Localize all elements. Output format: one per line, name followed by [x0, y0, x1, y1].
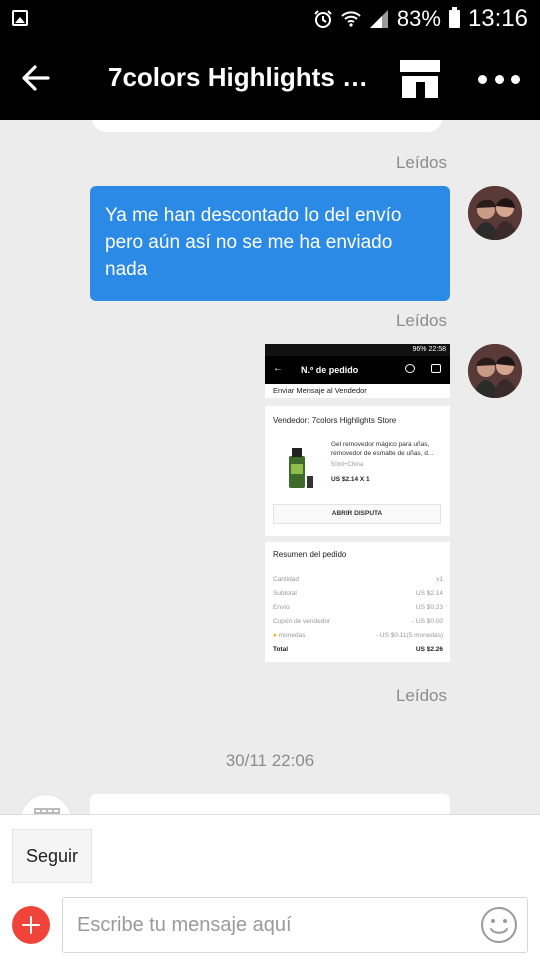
signal-icon — [369, 10, 388, 28]
more-options-icon[interactable] — [478, 64, 520, 94]
attachment-back-icon: ← — [273, 363, 283, 374]
read-receipt: Leídos — [395, 686, 447, 705]
store-icon[interactable] — [398, 58, 442, 100]
store-avatar[interactable] — [20, 794, 72, 814]
follow-button[interactable]: Seguir — [12, 829, 92, 883]
chat-title: 7colors Highlights Store — [108, 62, 378, 92]
battery-percent: 83% — [396, 6, 441, 31]
status-bar: 83% 13:16 — [0, 0, 540, 38]
user-avatar[interactable] — [468, 186, 522, 240]
attachment-product-variant: 50ml+China — [331, 462, 364, 468]
attachment-product-name: Gel removedor mágico para uñas, removedo… — [331, 441, 434, 457]
message-input[interactable]: Escribe tu mensaje aquí — [62, 897, 528, 953]
image-attachment[interactable]: 96% 22:58 ← N.º de pedido Enviar Mensaje… — [265, 344, 450, 662]
summary-row: Cupón de vendedor - US $0.00 — [273, 618, 443, 625]
chat-area[interactable]: Leídos Ya me han descontado lo del envío… — [0, 120, 540, 814]
clock: 13:16 — [467, 5, 528, 32]
attachment-cart-icon — [431, 364, 441, 373]
attachment-summary-card: Resumen del pedido Cantidad x1 Subtotal US… — [265, 542, 450, 662]
previous-message-bubble — [92, 120, 442, 132]
sent-message-bubble[interactable]: Ya me han descontado lo del envío pero a… — [90, 186, 450, 301]
alarm-icon — [314, 10, 332, 28]
attachment-summary-title: Resumen del pedido — [273, 550, 347, 559]
battery-icon — [448, 7, 460, 28]
attachment-product-price: US $2.14 X 1 — [331, 476, 370, 483]
summary-row: ● monedas - US $0.11(5 monedas) — [273, 632, 443, 639]
attachment-dispute-button: ABRIR DISPUTA — [273, 504, 441, 524]
date-separator: 30/11 22:06 — [225, 751, 315, 770]
summary-total-row: Total US $2.26 — [273, 646, 443, 653]
attachment-order-card: Vendedor: 7colors Highlights Store Gel r… — [265, 406, 450, 536]
bottom-bar: Seguir Escribe tu mensaje aquí — [0, 814, 540, 960]
attachment-seller: Vendedor: 7colors Highlights Store — [273, 416, 397, 425]
attachment-status-bar: 96% 22:58 — [265, 344, 450, 356]
attachment-headset-icon — [405, 364, 415, 373]
read-receipt: Leídos — [395, 311, 447, 330]
gallery-notification-icon — [12, 10, 28, 26]
emoji-icon[interactable] — [479, 905, 519, 945]
app-bar: 7colors Highlights Store — [0, 38, 540, 120]
add-attachment-icon[interactable] — [12, 906, 50, 944]
attachment-app-bar: ← N.º de pedido — [265, 356, 450, 384]
product-bottle-image — [289, 448, 313, 488]
attachment-title: N.º de pedido — [301, 365, 359, 375]
status-icons: 83% 13:16 — [313, 5, 528, 32]
received-message-bubble[interactable] — [90, 794, 450, 814]
summary-row: Subtotal US $2.14 — [273, 590, 443, 597]
read-receipt: Leídos — [395, 153, 447, 172]
summary-row: Envío US $0.23 — [273, 604, 443, 611]
message-input-placeholder: Escribe tu mensaje aquí — [77, 914, 292, 936]
wifi-icon — [341, 11, 361, 27]
summary-row: Cantidad x1 — [273, 576, 443, 583]
back-arrow-icon[interactable] — [18, 60, 54, 96]
user-avatar[interactable] — [468, 344, 522, 398]
attachment-message-link: Enviar Mensaje al Vendedor — [265, 384, 450, 398]
